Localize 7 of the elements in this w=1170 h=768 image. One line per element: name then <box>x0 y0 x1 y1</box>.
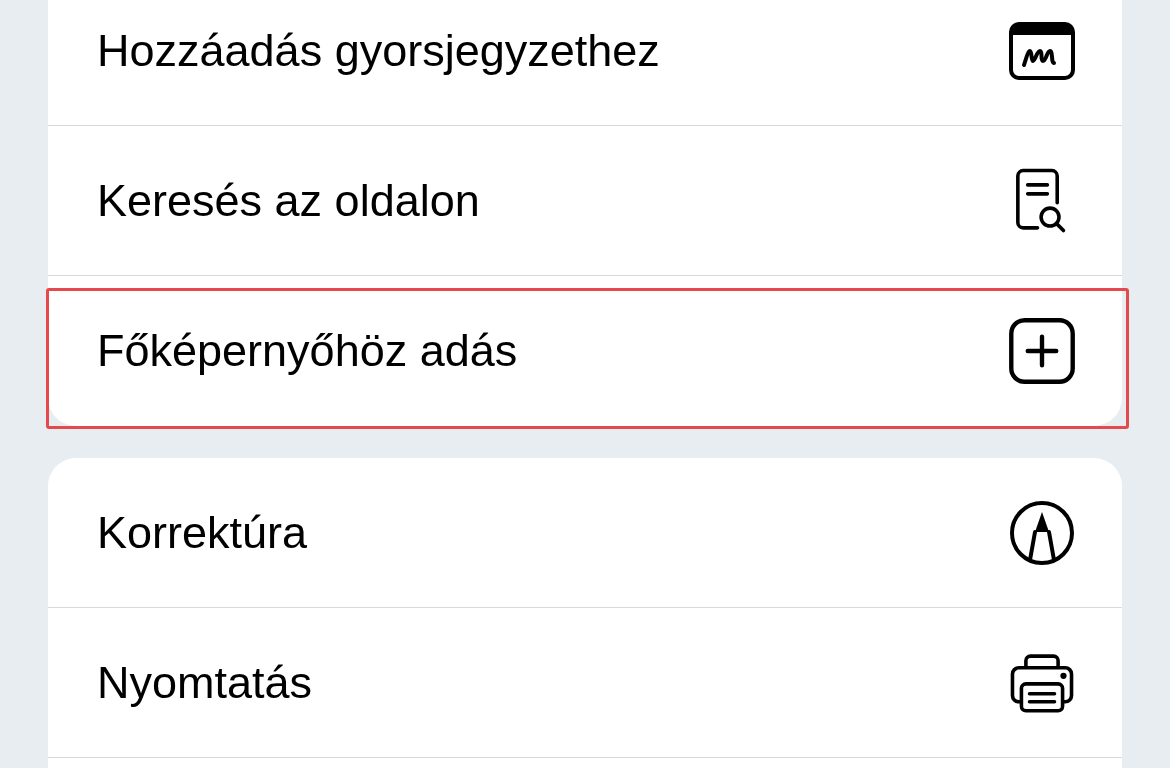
pen-circle-icon <box>1008 498 1076 567</box>
add-square-icon <box>1008 317 1076 385</box>
menu-item[interactable]: Keresés az oldalon <box>48 126 1122 276</box>
menu-item[interactable]: Hozzáadás gyorsjegyzethez <box>48 0 1122 126</box>
menu-item[interactable]: Nyomtatás <box>48 608 1122 758</box>
menu-item[interactable]: Főképernyőhöz adás <box>48 276 1122 426</box>
menu-item[interactable]: Korrektúra <box>48 458 1122 608</box>
